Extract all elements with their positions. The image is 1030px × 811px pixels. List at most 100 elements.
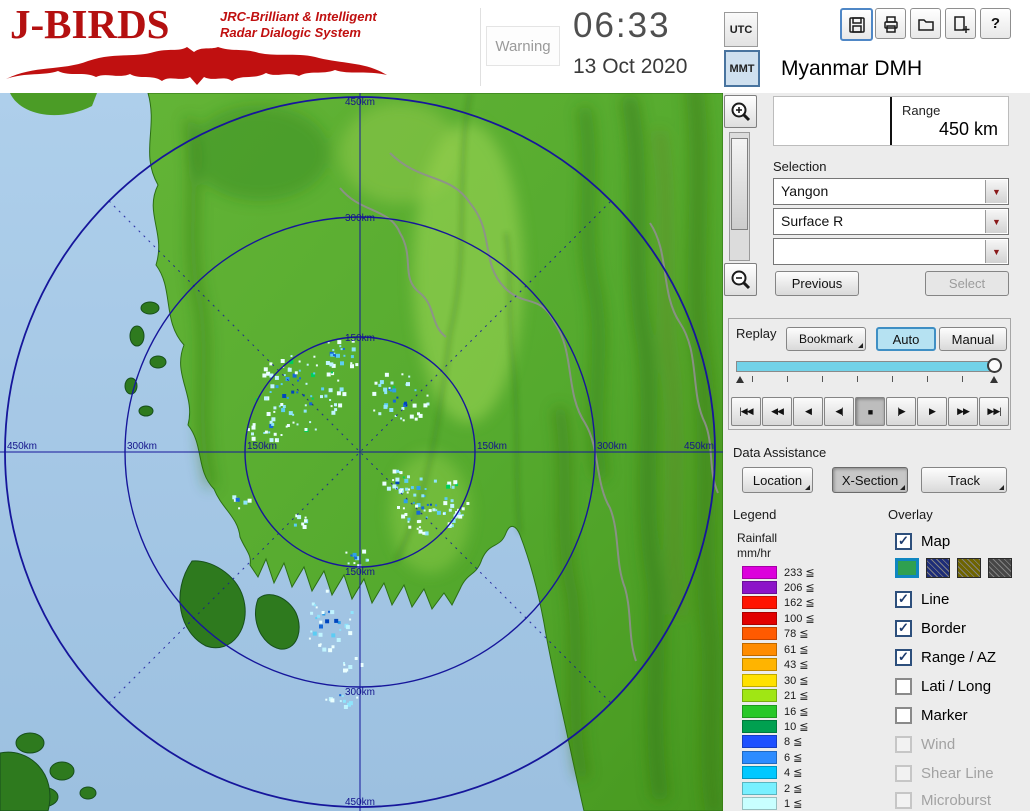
- chevron-down-icon[interactable]: ▼: [985, 210, 1007, 233]
- radar-map[interactable]: 450km 300km 150km 150km 300km 450km 450k…: [0, 93, 723, 811]
- tagline-line2: Radar Dialogic System: [220, 24, 361, 40]
- timeline-tick: [927, 376, 928, 382]
- checkbox-lati-long[interactable]: [895, 677, 912, 695]
- legend-value: 206 ≦: [784, 581, 815, 594]
- legend-color-swatch: [742, 735, 777, 749]
- legend-value: 162 ≦: [784, 597, 815, 610]
- checkbox-map[interactable]: ✓: [895, 532, 912, 550]
- legend-value: 233 ≦: [784, 566, 815, 579]
- svg-text:450km: 450km: [7, 441, 37, 452]
- legend-row: 206 ≦: [742, 580, 815, 594]
- svg-text:300km: 300km: [597, 441, 627, 452]
- legend-row: 233 ≦: [742, 565, 815, 579]
- checkbox-border[interactable]: ✓: [895, 619, 912, 637]
- skip-to-start-button[interactable]: |◀◀: [731, 397, 761, 426]
- previous-button[interactable]: Previous: [775, 271, 859, 296]
- timeline-tick: [752, 376, 753, 382]
- selection-label: Selection: [773, 159, 827, 174]
- overlay-label: Lati / Long: [921, 677, 992, 695]
- legend-row: 4 ≦: [742, 766, 802, 780]
- warning-indicator[interactable]: Warning: [486, 26, 560, 66]
- app-logo-tagline: JRC-Brilliant & Intelligent Radar Dialog…: [220, 9, 377, 40]
- checkbox-range-az[interactable]: ✓: [895, 648, 912, 666]
- zoom-slider-thumb[interactable]: [731, 138, 748, 230]
- export-image-button[interactable]: [945, 8, 976, 39]
- timeline-tick: [962, 376, 963, 382]
- header-bar: J-BIRDS JRC-Brilliant & Intelligent Rada…: [0, 0, 1030, 93]
- legend-row: 162 ≦: [742, 596, 815, 610]
- zoom-in-button[interactable]: [724, 95, 757, 128]
- manual-replay-button[interactable]: Manual: [939, 327, 1007, 351]
- chevron-down-icon[interactable]: ▼: [985, 180, 1007, 203]
- select-button[interactable]: Select: [925, 271, 1009, 296]
- open-folder-button[interactable]: [910, 8, 941, 39]
- skip-to-end-button[interactable]: ▶▶|: [979, 397, 1009, 426]
- checkbox-marker[interactable]: [895, 706, 912, 724]
- fast-forward-button[interactable]: ▶▶: [948, 397, 978, 426]
- map-style-swatch-1[interactable]: [895, 558, 919, 578]
- checkbox-wind: [895, 735, 912, 753]
- site-dropdown[interactable]: Yangon ▼: [773, 178, 1009, 205]
- overlay-item-range-az[interactable]: ✓ Range / AZ: [895, 647, 996, 667]
- auto-replay-button[interactable]: Auto: [876, 327, 936, 351]
- map-style-swatches: [895, 558, 1012, 578]
- extra-dropdown[interactable]: ▼: [773, 238, 1009, 265]
- legend-color-swatch: [742, 797, 777, 811]
- step-forward-button[interactable]: |▶: [886, 397, 916, 426]
- step-back-button[interactable]: ◀|: [824, 397, 854, 426]
- location-button[interactable]: Location: [742, 467, 813, 493]
- overlay-label: Range / AZ: [921, 648, 997, 666]
- legend-row: 2 ≦: [742, 781, 802, 795]
- overlay-item-line[interactable]: ✓ Line: [895, 589, 949, 609]
- timeline-thumb[interactable]: [987, 358, 1002, 373]
- track-button[interactable]: Track: [921, 467, 1007, 493]
- tagline-line1: JRC-Brilliant & Intelligent: [220, 9, 377, 24]
- range-divider: [890, 97, 892, 145]
- x-section-button[interactable]: X-Section: [832, 467, 908, 493]
- stop-button[interactable]: ■: [855, 397, 885, 426]
- overlay-item-marker[interactable]: Marker: [895, 705, 968, 725]
- mmt-toggle-button[interactable]: MMT: [724, 50, 760, 87]
- legend-color-swatch: [742, 642, 777, 656]
- legend-value: 1 ≦: [784, 798, 803, 811]
- replay-timeline-slider[interactable]: [736, 358, 1002, 373]
- timeline-ticks: [736, 376, 998, 386]
- legend-color-swatch: [742, 704, 777, 718]
- legend-color-swatch: [742, 627, 777, 641]
- help-button[interactable]: ?: [980, 8, 1011, 39]
- print-button[interactable]: [875, 8, 906, 39]
- play-backward-button[interactable]: ◀: [793, 397, 823, 426]
- timeline-start-marker: [736, 376, 744, 383]
- product-dropdown[interactable]: Surface R ▼: [773, 208, 1009, 235]
- map-style-swatch-2[interactable]: [926, 558, 950, 578]
- legend-row: 21 ≦: [742, 689, 809, 703]
- fast-rewind-button[interactable]: ◀◀: [762, 397, 792, 426]
- timeline-progress: [737, 362, 990, 371]
- clock-time: 06:33: [573, 6, 671, 45]
- overlay-label: Line: [921, 590, 950, 608]
- svg-text:450km: 450km: [345, 97, 375, 108]
- chevron-down-icon[interactable]: ▼: [985, 240, 1007, 263]
- save-button[interactable]: [840, 8, 873, 41]
- overlay-item-border[interactable]: ✓ Border: [895, 618, 966, 638]
- zoom-out-button[interactable]: [724, 263, 757, 296]
- map-style-swatch-4[interactable]: [988, 558, 1012, 578]
- play-button[interactable]: ▶: [917, 397, 947, 426]
- legend-value: 8 ≦: [784, 736, 803, 749]
- zoom-slider[interactable]: [729, 132, 750, 261]
- range-value: 450 km: [938, 119, 998, 139]
- overlay-label: Shear Line: [921, 764, 994, 782]
- checkbox-line[interactable]: ✓: [895, 590, 912, 608]
- bookmark-button[interactable]: Bookmark: [786, 327, 866, 351]
- document-plus-icon: [953, 15, 969, 33]
- legend-color-swatch: [742, 596, 777, 610]
- map-style-swatch-3[interactable]: [957, 558, 981, 578]
- overlay-item-lati-long[interactable]: Lati / Long: [895, 676, 991, 696]
- overlay-item-map[interactable]: ✓ Map: [895, 531, 950, 551]
- legend-row: 61 ≦: [742, 642, 809, 656]
- utc-toggle-button[interactable]: UTC: [724, 12, 758, 47]
- legend-color-swatch: [742, 611, 777, 625]
- legend-value: 100 ≦: [784, 612, 815, 625]
- legend-row: 6 ≦: [742, 750, 802, 764]
- legend-row: 100 ≦: [742, 611, 815, 625]
